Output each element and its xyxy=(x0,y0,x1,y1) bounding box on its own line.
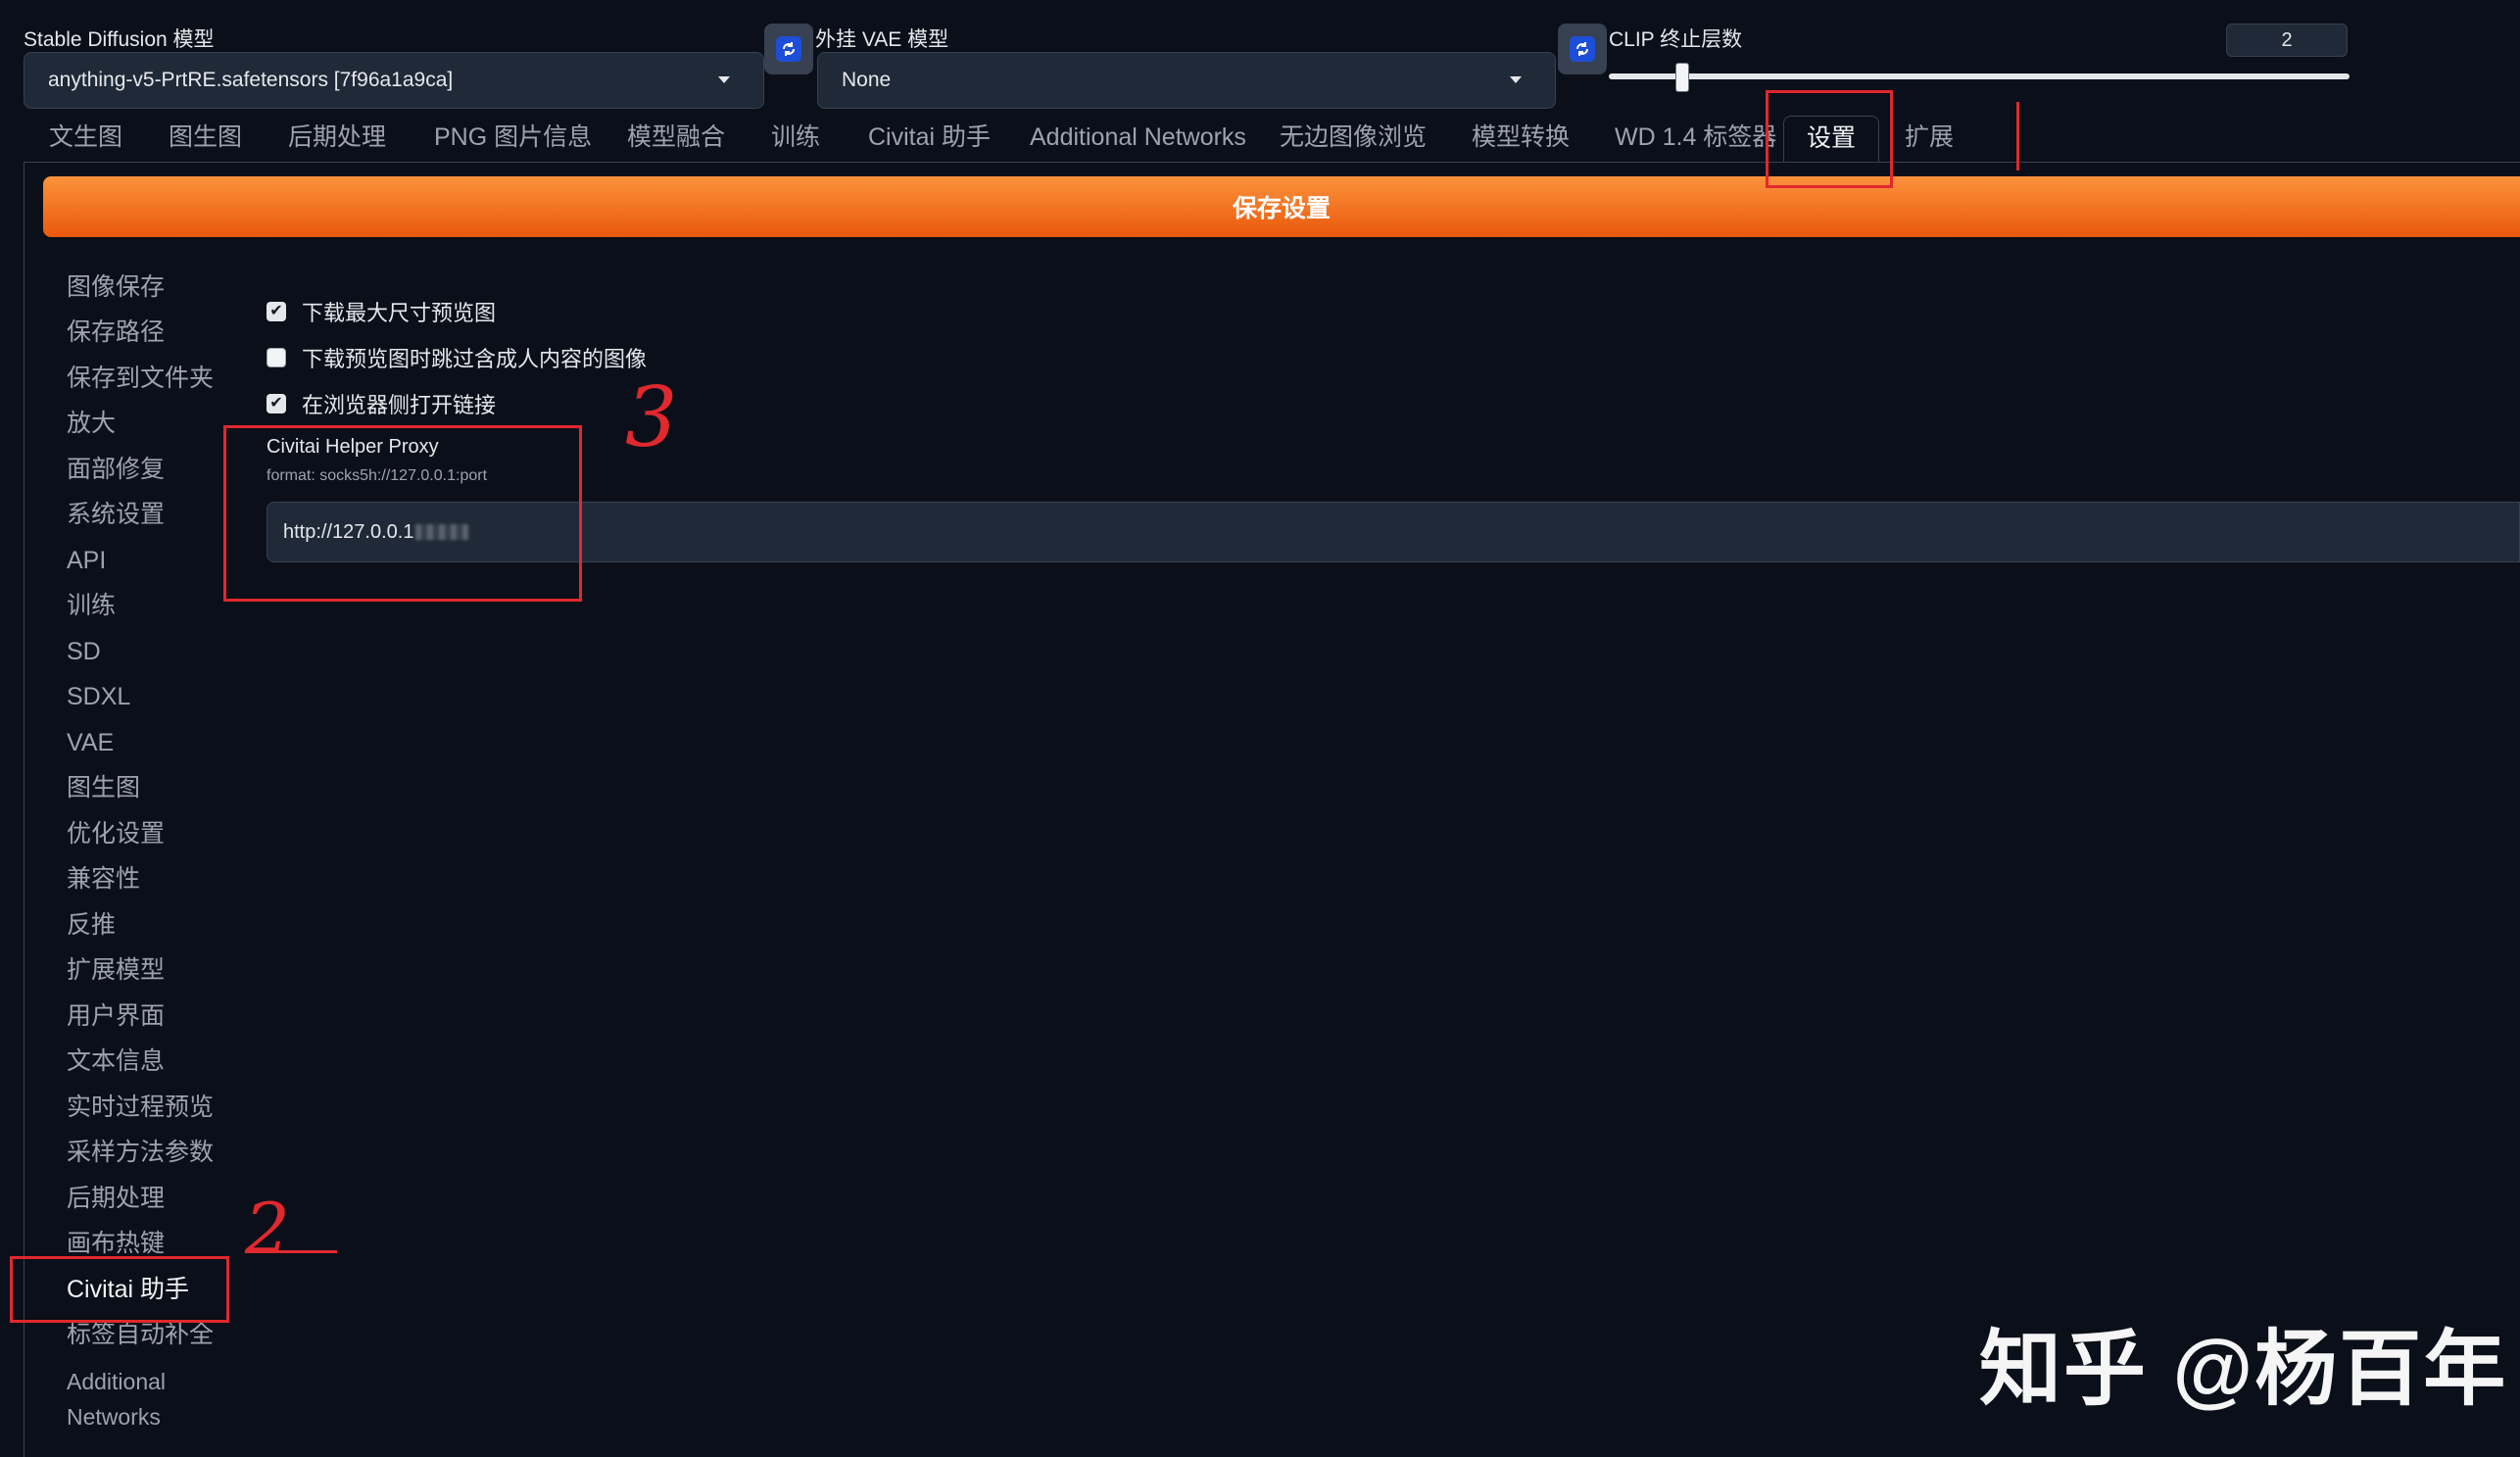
sd-model-label: Stable Diffusion 模型 xyxy=(24,28,215,51)
refresh-sd-model-button[interactable] xyxy=(764,24,813,74)
sidenav-item-additional-networks-line2[interactable]: Networks xyxy=(67,1402,161,1432)
checkbox-unchecked[interactable] xyxy=(267,348,286,367)
checkbox-label: 在浏览器侧打开链接 xyxy=(302,393,497,417)
tab-train[interactable]: 训练 xyxy=(771,116,820,163)
tab-wd14-tagger[interactable]: WD 1.4 标签器 xyxy=(1615,116,1776,163)
sidenav-item[interactable]: 保存到文件夹 xyxy=(67,364,214,393)
setting-download-max-preview[interactable]: ✔ 下载最大尺寸预览图 xyxy=(267,296,496,327)
sidenav-item[interactable]: 实时过程预览 xyxy=(67,1093,214,1122)
sidenav-item[interactable]: 系统设置 xyxy=(67,500,165,529)
tab-extras[interactable]: 后期处理 xyxy=(288,116,386,163)
annotation-mark-1 xyxy=(2016,102,2019,170)
sidenav-item[interactable]: 保存路径 xyxy=(67,317,165,347)
refresh-vae-button[interactable] xyxy=(1558,24,1607,74)
clip-skip-slider-handle[interactable] xyxy=(1675,63,1689,92)
tab-infinite-image-browsing[interactable]: 无边图像浏览 xyxy=(1280,116,1427,163)
vae-value: None xyxy=(842,69,892,91)
sidenav-item[interactable]: 训练 xyxy=(67,591,116,620)
sidenav-item-additional-networks[interactable]: Additional xyxy=(67,1367,166,1396)
sidenav-item[interactable]: 扩展模型 xyxy=(67,955,165,985)
sidenav-item[interactable]: API xyxy=(67,546,106,575)
sidenav-item[interactable]: 反推 xyxy=(67,910,116,940)
sidenav-item[interactable]: 放大 xyxy=(67,409,116,438)
tab-civitai-helper[interactable]: Civitai 助手 xyxy=(868,116,991,163)
tab-checkpoint-merger[interactable]: 模型融合 xyxy=(627,116,725,163)
sidenav-item[interactable]: 图生图 xyxy=(67,773,140,802)
tab-img2img[interactable]: 图生图 xyxy=(169,116,242,163)
checkbox-label: 下载最大尺寸预览图 xyxy=(302,301,497,325)
sidenav-item[interactable]: 优化设置 xyxy=(67,819,165,849)
clip-skip-number-input[interactable]: 2 xyxy=(2226,24,2348,57)
zhihu-watermark: 知乎 @杨百年 xyxy=(1979,1323,2508,1415)
checkbox-checked[interactable]: ✔ xyxy=(267,394,286,413)
vae-dropdown[interactable]: None xyxy=(817,52,1556,109)
sidenav-item[interactable]: SD xyxy=(67,637,101,666)
sidenav-item[interactable]: 文本信息 xyxy=(67,1046,165,1076)
save-settings-button[interactable]: 保存设置 xyxy=(43,176,2520,237)
sd-model-value: anything-v5-PrtRE.safetensors [7f96a1a9c… xyxy=(48,69,454,91)
tab-txt2img[interactable]: 文生图 xyxy=(49,116,122,163)
sidenav-item[interactable]: SDXL xyxy=(67,682,130,711)
sidenav-item[interactable]: 兼容性 xyxy=(67,864,140,894)
sidenav-item[interactable]: 画布热键 xyxy=(67,1229,165,1258)
sidenav-item[interactable]: 后期处理 xyxy=(67,1184,165,1213)
annotation-box-proxy xyxy=(223,425,582,602)
annotation-mark-2: 2 xyxy=(245,1188,290,1270)
tab-model-converter[interactable]: 模型转换 xyxy=(1472,116,1570,163)
sd-model-dropdown[interactable]: anything-v5-PrtRE.safetensors [7f96a1a9c… xyxy=(24,52,764,109)
annotation-box-settings-tab xyxy=(1766,90,1893,188)
chevron-down-icon xyxy=(718,76,730,83)
sidenav-item[interactable]: 采样方法参数 xyxy=(67,1138,214,1167)
vae-label: 外挂 VAE 模型 xyxy=(815,28,949,51)
annotation-underline xyxy=(245,1250,337,1253)
proxy-input[interactable]: http://127.0.0.1 xyxy=(267,502,2520,562)
sidenav-item[interactable]: 图像保存 xyxy=(67,272,165,302)
sidenav-item[interactable]: VAE xyxy=(67,728,114,757)
setting-skip-nsfw-preview[interactable]: 下载预览图时跳过含成人内容的图像 xyxy=(267,342,647,373)
tab-additional-networks[interactable]: Additional Networks xyxy=(1030,116,1246,163)
refresh-icon xyxy=(776,36,801,62)
clip-skip-label: CLIP 终止层数 xyxy=(1609,28,1743,51)
annotation-mark-3: 3 xyxy=(625,369,678,465)
sidenav-item[interactable]: 标签自动补全 xyxy=(67,1320,214,1349)
tab-extensions[interactable]: 扩展 xyxy=(1905,116,1954,163)
clip-skip-slider-track[interactable] xyxy=(1609,73,2350,79)
checkbox-label: 下载预览图时跳过含成人内容的图像 xyxy=(302,347,648,371)
annotation-box-civitai-nav xyxy=(10,1256,229,1323)
checkbox-checked[interactable]: ✔ xyxy=(267,302,286,321)
refresh-icon xyxy=(1570,36,1595,62)
tab-png-info[interactable]: PNG 图片信息 xyxy=(434,116,592,163)
setting-open-link-browser[interactable]: ✔ 在浏览器侧打开链接 xyxy=(267,388,496,419)
sidenav-item[interactable]: 用户界面 xyxy=(67,1001,165,1031)
chevron-down-icon xyxy=(1510,76,1522,83)
sidenav-item[interactable]: 面部修复 xyxy=(67,455,165,484)
